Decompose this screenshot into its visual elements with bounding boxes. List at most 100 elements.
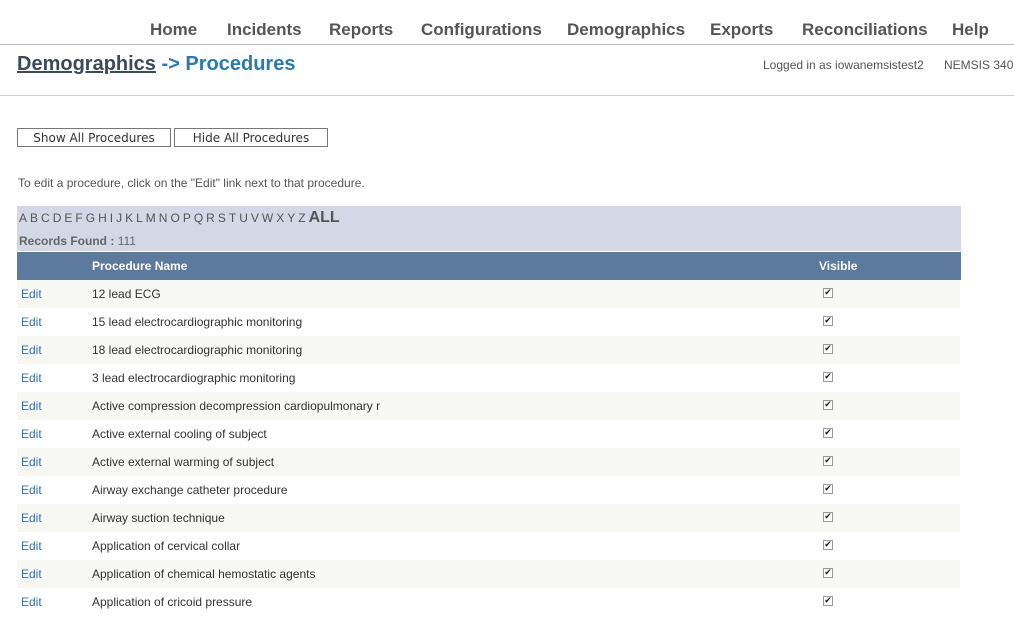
table-header: Procedure Name Visible [17,252,961,280]
column-header-visible[interactable]: Visible [819,259,857,273]
edit-link[interactable]: Edit [21,539,42,553]
column-header-procedure-name[interactable]: Procedure Name [92,259,187,273]
letter-filter-l[interactable]: L [136,211,143,225]
procedure-name: 15 lead electrocardiographic monitoring [92,315,303,329]
letter-filter-j[interactable]: J [116,211,122,225]
table-row: Edit Airway suction technique ✔ [17,504,960,532]
letter-filter-q[interactable]: Q [194,211,203,225]
visible-checkbox[interactable]: ✔ [823,288,833,298]
table-row: Edit Active external cooling of subject ✔ [17,420,960,448]
letter-filter-b[interactable]: B [30,211,38,225]
procedure-name: Active compression decompression cardiop… [92,399,381,413]
edit-link[interactable]: Edit [21,567,42,581]
letter-filter-x[interactable]: X [276,211,284,225]
page-header: Demographics -> Procedures Logged in as … [0,45,1014,96]
letter-filter-w[interactable]: W [262,211,273,225]
edit-link[interactable]: Edit [21,511,42,525]
table-row: Edit Application of chemical hemostatic a… [17,560,960,588]
hide-all-procedures-button[interactable]: Hide All Procedures [174,128,328,147]
procedure-name: Airway suction technique [92,511,225,525]
visible-checkbox[interactable]: ✔ [823,428,833,438]
letter-filter-f[interactable]: F [75,211,82,225]
nav-help[interactable]: Help [952,20,989,40]
letter-filter-u[interactable]: U [239,211,248,225]
procedure-name: Active external cooling of subject [92,427,267,441]
visible-checkbox[interactable]: ✔ [823,316,833,326]
letter-filter-d[interactable]: D [53,211,62,225]
letter-filter-k[interactable]: K [125,211,133,225]
letter-filter-e[interactable]: E [64,211,72,225]
breadcrumb-demographics-link[interactable]: Demographics [17,53,156,75]
procedure-name: 12 lead ECG [92,287,161,301]
nav-reconciliations[interactable]: Reconciliations [802,20,928,40]
nemsis-version: NEMSIS 340 [944,58,1014,72]
letter-filter-t[interactable]: T [229,211,236,225]
edit-link[interactable]: Edit [21,455,42,469]
visible-checkbox[interactable]: ✔ [823,372,833,382]
table-row: Edit Active external warming of subject ✔ [17,448,960,476]
table-row: Edit Active compression decompression car… [17,392,960,420]
procedure-name: Airway exchange catheter procedure [92,483,288,497]
table-row: Edit Application of cervical collar ✔ [17,532,960,560]
visible-checkbox[interactable]: ✔ [823,400,833,410]
letter-filter-o[interactable]: O [170,211,179,225]
records-found: Records Found : 111 [19,234,136,248]
alphabet-filter-bar: A B C D E F G H I J K L M N O P Q R S T U V W X Y Z ALL Records Fo… [17,206,961,251]
edit-link[interactable]: Edit [21,427,42,441]
logged-in-user: Logged in as iowanemsistest2 [763,58,924,72]
table-row: Edit 18 lead electrocardiographic monitor… [17,336,960,364]
nav-exports[interactable]: Exports [710,20,773,40]
letter-filter-r[interactable]: R [206,211,215,225]
letter-filter-i[interactable]: I [110,211,113,225]
table-row: Edit Application of cricoid pressure ✔ [17,588,960,616]
visible-checkbox[interactable]: ✔ [823,344,833,354]
nav-configurations[interactable]: Configurations [421,20,542,40]
top-navigation: Home Incidents Reports Configurations De… [0,0,1014,45]
edit-link[interactable]: Edit [21,483,42,497]
procedure-name: Active external warming of subject [92,455,275,469]
visible-checkbox[interactable]: ✔ [823,456,833,466]
procedure-name: 3 lead electrocardiographic monitoring [92,371,296,385]
letter-filter-c[interactable]: C [41,211,50,225]
procedures-table-body: Edit 12 lead ECG ✔ Edit 15 lead electrocardi… [17,280,960,616]
nav-incidents[interactable]: Incidents [227,20,302,40]
nav-home[interactable]: Home [150,20,197,40]
letter-filter-n[interactable]: N [159,211,168,225]
letter-filter-p[interactable]: P [183,211,191,225]
letter-filter-m[interactable]: M [146,211,156,225]
show-all-procedures-button[interactable]: Show All Procedures [17,128,171,147]
nav-reports[interactable]: Reports [329,20,393,40]
table-row: Edit 12 lead ECG ✔ [17,280,960,308]
edit-link[interactable]: Edit [21,595,42,609]
alphabet-letters: A B C D E F G H I J K L M N O P Q R S T U V W X Y Z ALL [19,209,343,227]
procedure-name: Application of cricoid pressure [92,595,253,609]
letter-filter-s[interactable]: S [218,211,226,225]
edit-link[interactable]: Edit [21,315,42,329]
edit-link[interactable]: Edit [21,343,42,357]
letter-filter-h[interactable]: H [98,211,107,225]
breadcrumb-current: Procedures [185,53,296,75]
visible-checkbox[interactable]: ✔ [823,540,833,550]
letter-filter-v[interactable]: V [251,211,259,225]
records-found-count: 111 [117,234,136,248]
table-row: Edit Airway exchange catheter procedure ✔ [17,476,960,504]
nav-demographics[interactable]: Demographics [567,20,685,40]
letter-filter-y[interactable]: Y [287,211,295,225]
visible-checkbox[interactable]: ✔ [823,512,833,522]
breadcrumb-separator: -> [161,53,180,75]
edit-link[interactable]: Edit [21,371,42,385]
page-title: Demographics -> Procedures [17,53,295,76]
letter-filter-a[interactable]: A [19,211,27,225]
edit-link[interactable]: Edit [21,287,42,301]
visible-checkbox[interactable]: ✔ [823,596,833,606]
procedure-name: Application of chemical hemostatic agent… [92,567,316,581]
edit-link[interactable]: Edit [21,399,42,413]
letter-filter-g[interactable]: G [86,211,95,225]
records-found-label: Records Found : [19,234,115,248]
letter-filter-all[interactable]: ALL [309,209,340,226]
visible-checkbox[interactable]: ✔ [823,568,833,578]
edit-instructions: To edit a procedure, click on the "Edit"… [18,176,365,190]
visible-checkbox[interactable]: ✔ [823,484,833,494]
table-row: Edit 15 lead electrocardiographic monitor… [17,308,960,336]
letter-filter-z[interactable]: Z [298,211,305,225]
